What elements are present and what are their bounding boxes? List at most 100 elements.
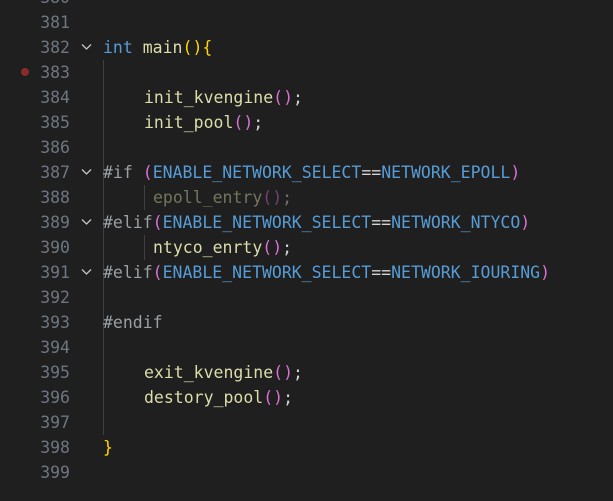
line-number: 387: [40, 163, 70, 182]
code-text: ntyco_enrty();: [153, 235, 292, 260]
macro-token: ENABLE_NETWORK_SELECT: [162, 213, 372, 232]
function-token: exit_kvengine: [144, 363, 274, 382]
line-number: 384: [40, 88, 70, 107]
code-line[interactable]: 384 init_kvengine();: [0, 85, 613, 110]
line-number: 399: [40, 463, 70, 482]
line-number: 382: [40, 38, 70, 57]
code-line[interactable]: 386: [0, 135, 613, 160]
line-number: 386: [40, 138, 70, 157]
preprocessor-token: #elif: [103, 213, 153, 232]
line-number: 397: [40, 413, 70, 432]
line-number: 381: [40, 13, 70, 32]
line-number: 394: [40, 338, 70, 357]
bracket-token: (: [262, 188, 273, 207]
code-line[interactable]: 389 #elif(ENABLE_NETWORK_SELECT==NETWORK…: [0, 210, 613, 235]
bracket-token: (: [182, 38, 193, 57]
code-line[interactable]: 382 int main(){: [0, 35, 613, 60]
chevron-down-icon[interactable]: [80, 210, 94, 235]
macro-token: NETWORK_IOURING: [391, 263, 541, 282]
punctuation-token: ;: [282, 238, 293, 257]
function-token: init_pool: [144, 113, 234, 132]
code-line[interactable]: 381: [0, 10, 613, 35]
macro-token: ENABLE_NETWORK_SELECT: [152, 163, 362, 182]
bracket-token: ): [243, 113, 254, 132]
code-line[interactable]: 398 }: [0, 435, 613, 460]
bracket-token: ): [273, 388, 284, 407]
code-text: init_pool();: [144, 110, 263, 135]
punctuation-token: ;: [282, 188, 293, 207]
code-text: #elif(ENABLE_NETWORK_SELECT==NETWORK_NTY…: [103, 210, 530, 235]
code-text-inactive: epoll_entry();: [153, 185, 292, 210]
line-number: 388: [40, 188, 70, 207]
bracket-token: {: [202, 38, 213, 57]
code-line[interactable]: 391 #elif(ENABLE_NETWORK_SELECT==NETWORK…: [0, 260, 613, 285]
code-line[interactable]: 383: [0, 60, 613, 85]
code-text: int main(){: [103, 35, 212, 60]
line-number: 389: [40, 213, 70, 232]
operator-token: ==: [371, 263, 392, 282]
code-editor[interactable]: 380 381 382 int main(){ 383 384 init_kve…: [0, 0, 613, 501]
code-line[interactable]: 393 #endif: [0, 310, 613, 335]
bracket-token: (: [273, 363, 284, 382]
bracket-token: }: [103, 438, 113, 457]
code-line[interactable]: 380: [0, 0, 613, 10]
keyword-token: int: [103, 38, 133, 57]
line-number: 390: [40, 238, 70, 257]
code-text: destory_pool();: [144, 385, 293, 410]
code-text: exit_kvengine();: [144, 360, 303, 385]
macro-token: NETWORK_EPOLL: [381, 163, 511, 182]
bracket-token: (: [152, 263, 163, 282]
bracket-token: (: [273, 88, 284, 107]
preprocessor-token: #elif: [103, 263, 153, 282]
function-token: epoll_entry: [153, 188, 263, 207]
preprocessor-token: #endif: [103, 313, 163, 332]
bracket-token: ): [272, 238, 283, 257]
bracket-token: ): [540, 263, 551, 282]
punctuation-token: ;: [293, 88, 303, 107]
chevron-down-icon[interactable]: [80, 260, 94, 285]
chevron-down-icon[interactable]: [80, 160, 94, 185]
code-line[interactable]: 385 init_pool();: [0, 110, 613, 135]
code-line[interactable]: 387 #if (ENABLE_NETWORK_SELECT==NETWORK_…: [0, 160, 613, 185]
bracket-token: (: [263, 388, 274, 407]
bracket-token: ): [520, 213, 531, 232]
code-line[interactable]: 399: [0, 460, 613, 485]
code-line[interactable]: 396 destory_pool();: [0, 385, 613, 410]
function-token: ntyco_enrty: [153, 238, 263, 257]
function-token: destory_pool: [144, 388, 264, 407]
breakpoint-dot-icon[interactable]: [21, 68, 29, 76]
line-number: 393: [40, 313, 70, 332]
punctuation-token: ;: [293, 363, 303, 382]
code-line[interactable]: 394: [0, 335, 613, 360]
bracket-token: ): [283, 88, 294, 107]
line-number: 385: [40, 113, 70, 132]
line-number: 391: [40, 263, 70, 282]
line-number: 396: [40, 388, 70, 407]
operator-token: ==: [371, 213, 392, 232]
operator-token: ==: [361, 163, 382, 182]
macro-token: ENABLE_NETWORK_SELECT: [162, 263, 372, 282]
bracket-token: (: [262, 238, 273, 257]
bracket-token: (: [152, 213, 163, 232]
line-number: 383: [40, 63, 70, 82]
code-line[interactable]: 390 ntyco_enrty();: [0, 235, 613, 260]
code-line[interactable]: 392: [0, 285, 613, 310]
bracket-token: ): [272, 188, 283, 207]
macro-token: NETWORK_NTYCO: [391, 213, 521, 232]
punctuation-token: ;: [253, 113, 264, 132]
code-line[interactable]: 395 exit_kvengine();: [0, 360, 613, 385]
chevron-down-icon[interactable]: [80, 35, 94, 60]
bracket-token: ): [192, 38, 203, 57]
bracket-token: ): [510, 163, 521, 182]
bracket-token: ): [283, 363, 294, 382]
code-text: }: [103, 435, 113, 460]
preprocessor-token: #if: [103, 163, 133, 182]
line-number: 392: [40, 288, 70, 307]
code-line[interactable]: 388 epoll_entry();: [0, 185, 613, 210]
code-line[interactable]: 397: [0, 410, 613, 435]
line-number: 398: [40, 438, 70, 457]
bracket-token: (: [142, 163, 153, 182]
code-text: #endif: [103, 310, 163, 335]
code-text: #if (ENABLE_NETWORK_SELECT==NETWORK_EPOL…: [103, 160, 520, 185]
line-number: 380: [38, 0, 70, 10]
